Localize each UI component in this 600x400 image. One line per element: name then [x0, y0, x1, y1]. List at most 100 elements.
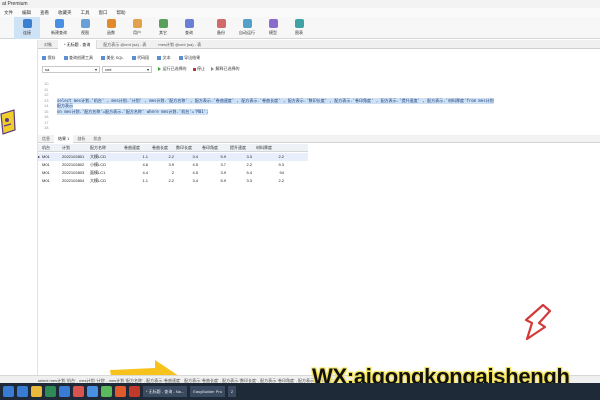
taskbar-app-icon-9[interactable]: [129, 386, 140, 397]
taskbar-app-icon-2[interactable]: [31, 386, 42, 397]
result-tab-0[interactable]: 信息: [38, 135, 54, 143]
object-panel[interactable]: [0, 40, 38, 375]
ribbon-button-5[interactable]: 其它: [150, 17, 176, 39]
line-number: 18: [44, 125, 49, 130]
tab-1[interactable]: * 无标题 - 查询: [58, 39, 98, 49]
menu-bar: 文件 编辑 查看 收藏夹 工具 窗口 帮助: [0, 8, 600, 17]
table-cell: 大模LCD: [90, 178, 107, 183]
table-cell: M01: [42, 162, 50, 167]
table-cell: 3.9: [168, 162, 174, 167]
column-header[interactable]: 配方名称: [90, 144, 106, 152]
database-select[interactable]: cmt ▾: [102, 65, 152, 73]
table-cell: 3.4: [192, 154, 198, 159]
table-cell: 2.2: [168, 154, 174, 159]
menu-file[interactable]: 文件: [4, 10, 13, 16]
taskbar-app-icon-6[interactable]: [87, 386, 98, 397]
ribbon-button-10[interactable]: 图表: [286, 17, 312, 39]
sql-editor[interactable]: 10 11 12 13 14 15 16 17 18 select mes计划.'机台' , me…: [40, 77, 600, 131]
ribbon-icon-1: [54, 19, 64, 28]
tab-3[interactable]: mes计划 @cmt (sa) - 表: [152, 40, 207, 49]
ribbon-button-4[interactable]: 用户: [124, 17, 150, 39]
column-header[interactable]: 材料厚度: [256, 144, 272, 152]
taskbar-app-icon-8[interactable]: [115, 386, 126, 397]
ribbon-button-1[interactable]: 新建查询: [46, 17, 72, 39]
menu-view[interactable]: 查看: [40, 10, 49, 16]
column-header[interactable]: 机台: [42, 144, 50, 152]
ribbon-icon-0: [22, 19, 32, 28]
menu-edit[interactable]: 编辑: [22, 10, 31, 16]
ribbon-label-5: 其它: [159, 30, 167, 35]
window-title: at Premium: [2, 1, 28, 7]
tab-0[interactable]: 对象: [38, 40, 58, 49]
table-cell: 大模LCD: [90, 154, 107, 159]
table-row[interactable]: M01 2022102804 大模LCD 1.1 2.2 3.4 5.9 3.3 2.2: [38, 177, 308, 185]
ribbon-button-3[interactable]: 函数: [98, 17, 124, 39]
taskbar-window-0[interactable]: * 无标题 - 查询 - Na...: [143, 386, 188, 397]
line-number: 15: [44, 108, 49, 114]
line-number: 17: [44, 119, 49, 125]
table-cell: 5.4: [246, 170, 252, 175]
table-cell: 2022102802: [62, 162, 85, 167]
taskbar-window-1[interactable]: EasyBuilder Pro: [190, 386, 225, 397]
ribbon-icon-6: [184, 19, 194, 28]
ribbon-label-0: 连接: [23, 30, 31, 35]
table-row[interactable]: ▸ M01 2022102801 大模LCD 1.1 2.2 3.4 5.9 3.3 2.2: [38, 153, 308, 161]
database-value: cmt: [105, 66, 112, 72]
ribbon-button-7[interactable]: 备份: [208, 17, 234, 39]
menu-tools[interactable]: 工具: [81, 10, 90, 16]
ribbon-button-9[interactable]: 模型: [260, 17, 286, 39]
taskbar-app-icon-7[interactable]: [101, 386, 112, 397]
sql-line-3: on mes计划.'配方名称'=配方表示.'配方名称' where mes计划.…: [57, 108, 209, 115]
document-tabs: 对象 * 无标题 - 查询 配方表示 @cmt (sa) - 表 mes计划 @cmt…: [38, 39, 600, 49]
export-result-button[interactable]: 导出结果: [178, 55, 200, 61]
stop-button[interactable]: 停止: [192, 66, 205, 72]
tab-2[interactable]: 配方表示 @cmt (sa) - 表: [97, 40, 152, 49]
column-header[interactable]: 计划: [62, 144, 70, 152]
table-cell: 2: [171, 170, 174, 175]
save-button[interactable]: 保存: [42, 55, 56, 61]
menu-window[interactable]: 窗口: [99, 10, 108, 16]
ribbon-button-2[interactable]: 视图: [72, 17, 98, 39]
menu-help[interactable]: 帮助: [117, 10, 126, 16]
table-row[interactable]: M01 2022102802 小模LCD 4.6 3.9 4.5 3.7 2.2 9.3: [38, 161, 308, 169]
ribbon-button-8[interactable]: 自动运行: [234, 17, 260, 39]
text-button[interactable]: 文本: [157, 55, 171, 61]
taskbar-window-2[interactable]: 2: [227, 386, 237, 397]
taskbar-app-icon-4[interactable]: [59, 386, 70, 397]
query-builder-button[interactable]: 查询创建工具: [63, 55, 93, 61]
result-tab-3[interactable]: 状态: [89, 135, 105, 143]
stop-icon: [192, 67, 196, 71]
ribbon-button-6[interactable]: 查询: [176, 17, 202, 39]
table-row[interactable]: M01 2022102803 面模LC1 4.4 2 4.5 3.9 5.4 94: [38, 169, 308, 177]
column-header[interactable]: 卷曲长度: [152, 144, 168, 152]
run-selected-button[interactable]: 运行已选择的: [158, 66, 187, 72]
table-cell: 2022102803: [62, 170, 85, 175]
table-cell: 4.5: [192, 162, 198, 167]
code-snippet-button[interactable]: 代码段: [131, 55, 149, 61]
chevron-down-icon: ▾: [94, 66, 97, 72]
column-header[interactable]: 卷印角度: [202, 144, 218, 152]
column-header[interactable]: 数印长度: [176, 144, 192, 152]
line-number: 16: [44, 114, 49, 119]
column-header[interactable]: 卷曲速度: [124, 144, 140, 152]
result-tab-2[interactable]: 剖析: [73, 135, 89, 143]
table-cell: 4.4: [142, 170, 148, 175]
beautify-sql-button[interactable]: 美化 SQL: [101, 55, 124, 61]
taskbar-app-icon-5[interactable]: [73, 386, 84, 397]
server-select[interactable]: sa ▾: [42, 65, 100, 73]
taskbar-app-icon-1[interactable]: [17, 386, 28, 397]
line-number: 10: [44, 81, 49, 86]
column-header[interactable]: 提升速度: [230, 144, 246, 152]
explain-icon: [211, 67, 214, 71]
table-cell: 2022102801: [62, 154, 85, 159]
table-cell: 5.9: [220, 154, 226, 159]
taskbar-app-icon-0[interactable]: [3, 386, 14, 397]
taskbar-app-icon-3[interactable]: [45, 386, 56, 397]
snippet-icon: [131, 56, 136, 60]
query-toolbar: 保存 查询创建工具 美化 SQL 代码段 文本 导出结果: [38, 53, 600, 63]
result-tab-1[interactable]: 结果 1: [54, 134, 74, 143]
play-icon: [158, 67, 161, 71]
explain-selected-button[interactable]: 解释已选择的: [211, 66, 240, 72]
menu-favorites[interactable]: 收藏夹: [58, 10, 72, 16]
ribbon-button-0[interactable]: 连接: [14, 17, 40, 39]
